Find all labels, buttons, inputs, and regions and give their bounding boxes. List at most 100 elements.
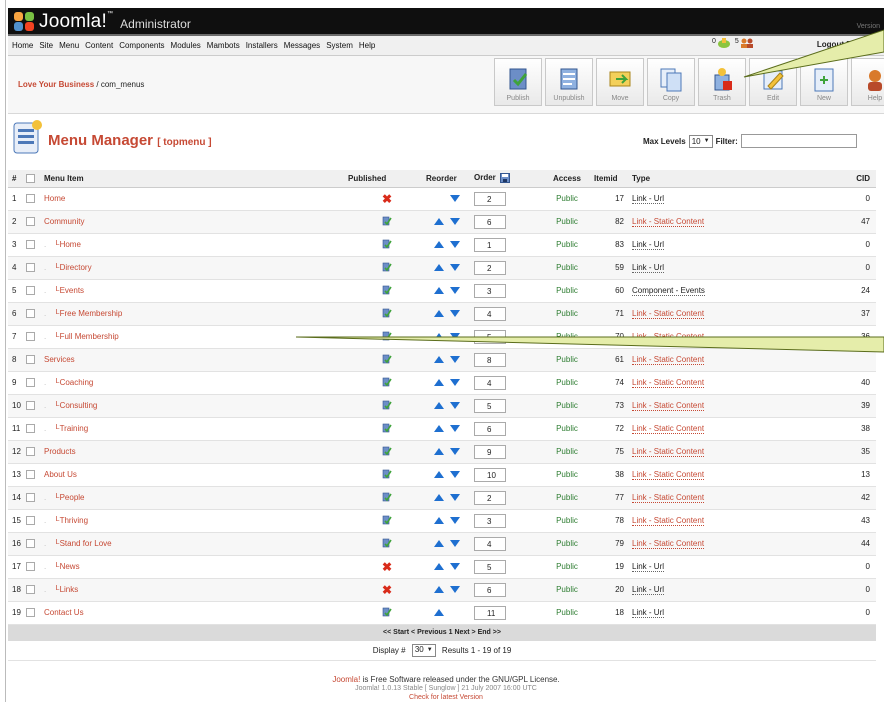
move-up-icon[interactable] xyxy=(434,471,444,479)
access-level[interactable]: Public xyxy=(540,256,594,280)
move-up-icon[interactable] xyxy=(434,379,444,387)
row-checkbox[interactable] xyxy=(26,401,35,411)
table-row[interactable]: 8 Services 8 Public 61 Link - Static Content xyxy=(8,348,876,372)
row-checkbox[interactable] xyxy=(26,240,35,250)
order-input[interactable]: 3 xyxy=(474,513,506,528)
published-icon[interactable] xyxy=(382,216,392,226)
row-checkbox[interactable] xyxy=(26,539,35,549)
menu-system[interactable]: System xyxy=(323,41,356,50)
move-down-icon[interactable] xyxy=(450,425,460,433)
move-down-icon[interactable] xyxy=(450,540,460,548)
access-level[interactable]: Public xyxy=(540,486,594,510)
menu-item-link[interactable]: Services xyxy=(44,355,75,364)
table-row[interactable]: 9 . LCoaching 4 Public 74 Link - Static Conte… xyxy=(8,371,876,395)
select-all-checkbox[interactable] xyxy=(26,173,35,183)
type-link[interactable]: Link - Static Content xyxy=(632,539,705,549)
access-level[interactable]: Public xyxy=(540,371,594,395)
type-link[interactable]: Link - Static Content xyxy=(632,447,705,457)
published-icon[interactable] xyxy=(382,354,392,364)
menu-item-link[interactable]: Thriving xyxy=(60,516,88,525)
menu-item-link[interactable]: Community xyxy=(44,217,84,226)
published-icon[interactable] xyxy=(382,469,392,479)
move-down-icon[interactable] xyxy=(450,448,460,456)
published-icon[interactable] xyxy=(382,607,392,617)
menu-item-link[interactable]: Full Membership xyxy=(60,332,119,341)
col-cid[interactable]: CID xyxy=(802,170,876,188)
move-up-icon[interactable] xyxy=(434,402,444,410)
move-up-icon[interactable] xyxy=(434,540,444,548)
col-itemid[interactable]: Itemid xyxy=(594,170,632,188)
type-link[interactable]: Link - Url xyxy=(632,240,665,250)
access-level[interactable]: Public xyxy=(540,440,594,464)
menu-item-link[interactable]: Stand for Love xyxy=(60,539,112,548)
move-button[interactable]: Move xyxy=(596,58,644,106)
menu-menu[interactable]: Menu xyxy=(56,41,82,50)
unpublished-icon[interactable]: ✖ xyxy=(382,192,392,206)
messages-counter[interactable]: 0 xyxy=(712,38,731,48)
move-down-icon[interactable] xyxy=(450,287,460,295)
type-link[interactable]: Link - Static Content xyxy=(632,470,705,480)
menu-item-link[interactable]: Consulting xyxy=(60,401,98,410)
menu-item-link[interactable]: News xyxy=(60,562,80,571)
table-row[interactable]: 13 About Us 10 Public 38 Link - Static Conten… xyxy=(8,463,876,487)
published-icon[interactable] xyxy=(382,331,392,341)
publish-button[interactable]: Publish xyxy=(494,58,542,106)
published-icon[interactable] xyxy=(382,285,392,295)
order-input[interactable]: 5 xyxy=(474,329,506,344)
move-up-icon[interactable] xyxy=(434,494,444,502)
move-up-icon[interactable] xyxy=(434,586,444,594)
edit-button[interactable]: Edit xyxy=(749,58,797,106)
type-link[interactable]: Link - Static Content xyxy=(632,309,705,319)
menu-site[interactable]: Site xyxy=(36,41,56,50)
menu-item-link[interactable]: Events xyxy=(60,286,84,295)
access-level[interactable]: Public xyxy=(540,233,594,257)
table-row[interactable]: 7 . LFull Membership 5 Public 70 Link - Stati… xyxy=(8,325,876,349)
row-checkbox[interactable] xyxy=(26,585,35,595)
type-link[interactable]: Link - Static Content xyxy=(632,493,705,503)
order-input[interactable]: 5 xyxy=(474,559,506,574)
menu-item-link[interactable]: Free Membership xyxy=(60,309,123,318)
unpublished-icon[interactable]: ✖ xyxy=(382,560,392,574)
type-link[interactable]: Link - Url xyxy=(632,194,665,204)
col-menu-item[interactable]: Menu Item xyxy=(44,170,348,188)
display-count-select[interactable]: 30 ▼ xyxy=(411,643,436,657)
order-input[interactable]: 6 xyxy=(474,214,506,229)
row-checkbox[interactable] xyxy=(26,447,35,457)
order-input[interactable]: 8 xyxy=(474,352,506,367)
menu-home[interactable]: Home xyxy=(8,41,36,50)
access-level[interactable]: Public xyxy=(540,578,594,602)
order-input[interactable]: 6 xyxy=(474,421,506,436)
table-row[interactable]: 11 . LTraining 6 Public 72 Link - Static Cont… xyxy=(8,417,876,441)
move-down-icon[interactable] xyxy=(450,310,460,318)
access-level[interactable]: Public xyxy=(540,325,594,349)
order-input[interactable]: 2 xyxy=(474,490,506,505)
col-type[interactable]: Type xyxy=(632,170,802,188)
menu-components[interactable]: Components xyxy=(116,41,167,50)
move-down-icon[interactable] xyxy=(450,563,460,571)
menu-item-link[interactable]: Links xyxy=(60,585,79,594)
table-row[interactable]: 1 Home ✖ 2 Public 17 Link - Url 0 xyxy=(8,187,876,211)
move-down-icon[interactable] xyxy=(450,494,460,502)
help-button[interactable]: Help xyxy=(851,58,884,106)
published-icon[interactable] xyxy=(382,423,392,433)
type-link[interactable]: Link - Static Content xyxy=(632,332,705,342)
move-down-icon[interactable] xyxy=(450,356,460,364)
access-level[interactable]: Public xyxy=(540,210,594,234)
row-checkbox[interactable] xyxy=(26,194,35,204)
order-input[interactable]: 4 xyxy=(474,536,506,551)
type-link[interactable]: Link - Url xyxy=(632,562,665,572)
row-checkbox[interactable] xyxy=(26,493,35,503)
access-level[interactable]: Public xyxy=(540,555,594,579)
menu-item-link[interactable]: Products xyxy=(44,447,76,456)
order-input[interactable]: 1 xyxy=(474,237,506,252)
published-icon[interactable] xyxy=(382,492,392,502)
row-checkbox[interactable] xyxy=(26,470,35,480)
table-row[interactable]: 6 . LFree Membership 4 Public 71 Link - Stati… xyxy=(8,302,876,326)
order-input[interactable]: 11 xyxy=(474,605,506,620)
table-row[interactable]: 18 . LLinks ✖ 6 Public 20 Link - Url 0 xyxy=(8,578,876,602)
move-up-icon[interactable] xyxy=(434,609,444,617)
move-up-icon[interactable] xyxy=(434,310,444,318)
row-checkbox[interactable] xyxy=(26,608,35,618)
move-up-icon[interactable] xyxy=(434,287,444,295)
table-row[interactable]: 15 . LThriving 3 Public 78 Link - Static Cont… xyxy=(8,509,876,533)
